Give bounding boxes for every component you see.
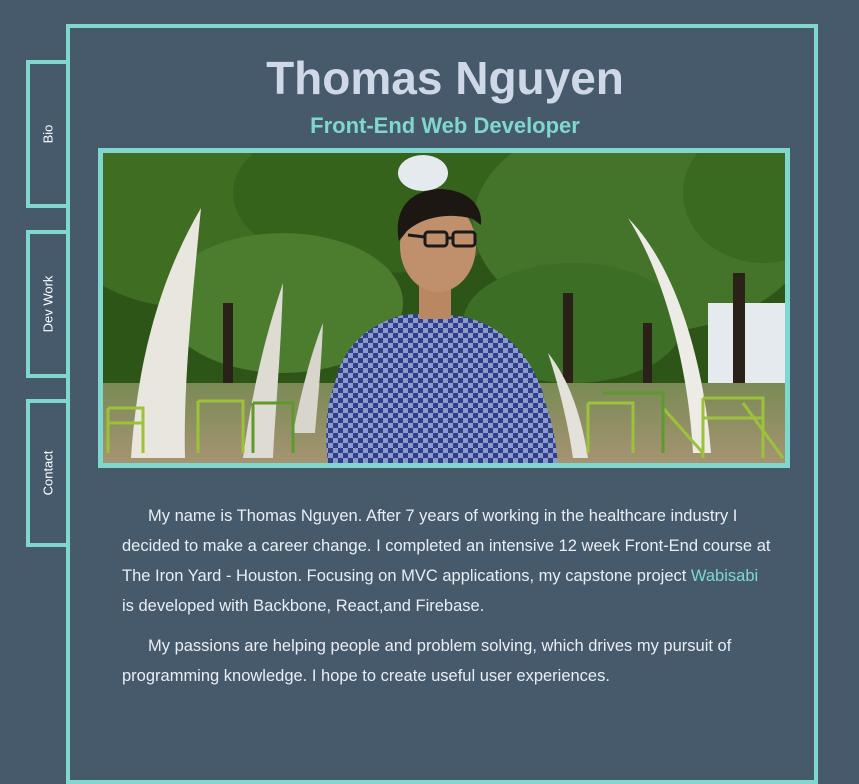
bio-panel: Thomas Nguyen Front-End Web Developer My…	[66, 24, 818, 784]
tab-bio[interactable]: Bio	[26, 60, 66, 208]
job-title: Front-End Web Developer	[310, 113, 580, 138]
page-title: Thomas Nguyen	[266, 52, 624, 104]
bio-paragraph-1: My name is Thomas Nguyen. After 7 years …	[122, 501, 772, 621]
wabisabi-link[interactable]: Wabisabi	[691, 567, 758, 585]
tab-bio-label: Bio	[40, 124, 56, 144]
profile-photo	[98, 148, 790, 468]
tab-contact-label: Contact	[40, 450, 56, 496]
tab-dev-work-label: Dev Work	[40, 275, 56, 333]
bio-paragraph-2: My passions are helping people and probl…	[122, 637, 732, 685]
tab-contact[interactable]: Contact	[26, 399, 66, 547]
bio-paragraph-1-start: My name is Thomas Nguyen. After 7 years …	[122, 507, 771, 585]
bio-paragraph-1-end: is developed with Backbone, React,and Fi…	[122, 597, 485, 615]
profile-photo-image	[103, 153, 785, 463]
tab-dev-work[interactable]: Dev Work	[26, 230, 66, 378]
bio-text: My name is Thomas Nguyen. After 7 years …	[122, 501, 772, 701]
